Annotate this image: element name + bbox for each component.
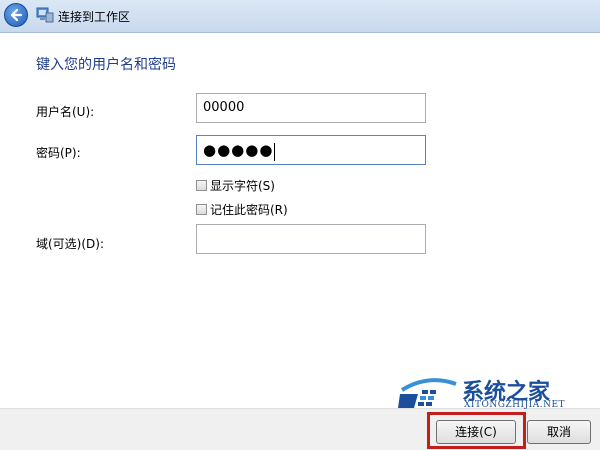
watermark-url: XITONGZHIJIA.NET xyxy=(464,400,566,410)
show-characters-checkbox[interactable] xyxy=(196,180,207,191)
window-title: 连接到工作区 xyxy=(58,10,131,24)
username-input[interactable]: 00000 xyxy=(196,93,426,123)
workplace-connection-icon xyxy=(36,7,54,23)
username-label: 用户名(U): xyxy=(36,105,95,119)
show-characters-label: 显示字符(S) xyxy=(210,179,275,193)
show-characters-option[interactable]: 显示字符(S) xyxy=(196,177,275,193)
back-button[interactable] xyxy=(4,3,28,27)
remember-password-option[interactable]: 记住此密码(R) xyxy=(196,201,288,217)
watermark-logo-icon xyxy=(398,378,457,408)
username-value: 00000 xyxy=(203,100,245,115)
remember-password-label: 记住此密码(R) xyxy=(210,203,288,217)
text-caret xyxy=(274,142,276,161)
domain-input[interactable] xyxy=(196,224,426,254)
highlight-box xyxy=(427,412,526,449)
title-bar: 连接到工作区 xyxy=(0,0,600,33)
cancel-button[interactable]: 取消 xyxy=(527,420,591,444)
back-arrow-icon xyxy=(10,8,23,22)
password-value: ●●●●● xyxy=(203,141,274,159)
password-label: 密码(P): xyxy=(36,146,81,160)
password-input[interactable]: ●●●●● xyxy=(196,135,426,165)
remember-password-checkbox[interactable] xyxy=(196,204,207,215)
domain-label: 域(可选)(D): xyxy=(36,237,105,251)
page-heading: 键入您的用户名和密码 xyxy=(36,57,176,73)
watermark: 系统之家 XITONGZHIJIA.NET xyxy=(398,372,598,412)
